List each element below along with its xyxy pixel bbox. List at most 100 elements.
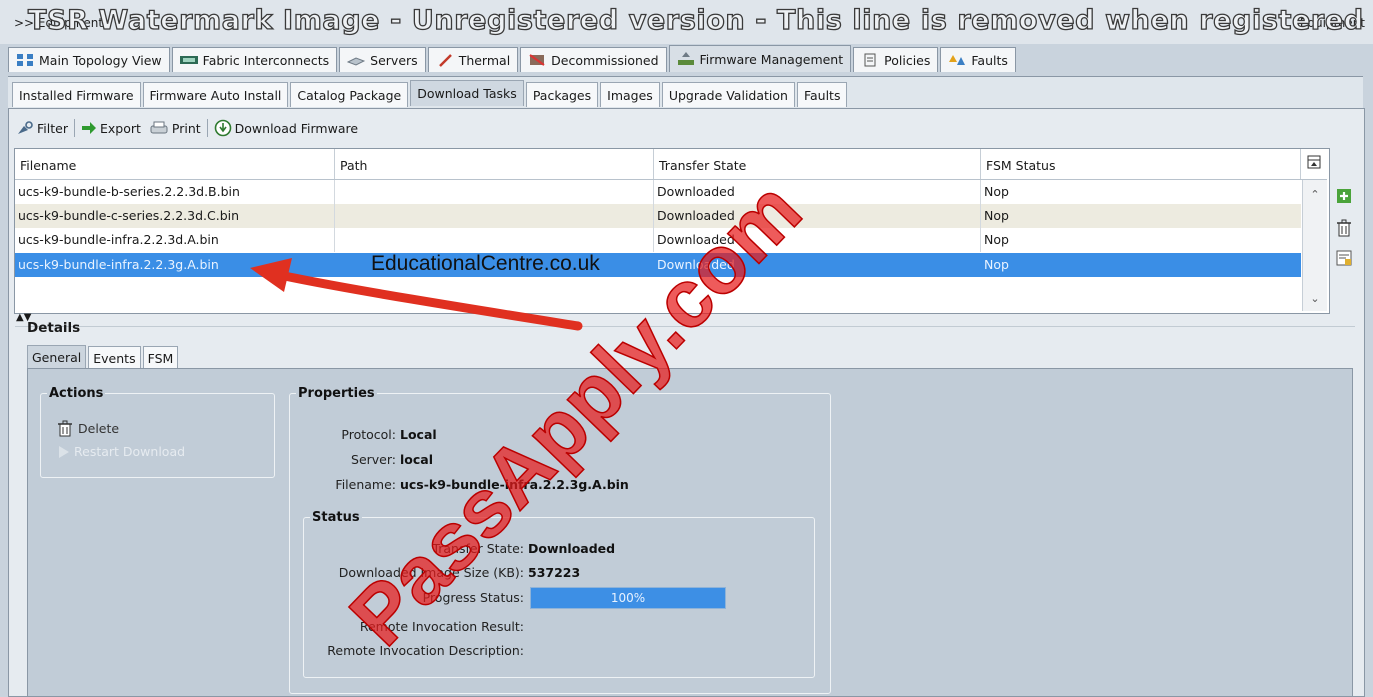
column-header-filename[interactable]: Filename	[15, 149, 335, 179]
table-row[interactable]: ucs-k9-bundle-c-series.2.2.3d.C.bin Down…	[15, 204, 1301, 228]
firmware-icon	[677, 52, 694, 65]
cell-filename: ucs-k9-bundle-c-series.2.2.3d.C.bin	[15, 204, 335, 228]
subtab-download-tasks[interactable]: Download Tasks	[410, 80, 524, 106]
column-header-path[interactable]: Path	[335, 149, 654, 179]
trash-icon	[58, 420, 72, 437]
cell-fsm-status: Nop	[984, 184, 1009, 199]
cell-transfer-state: Downloaded	[654, 204, 981, 228]
policy-icon	[864, 53, 876, 67]
progress-label: Progress Status:	[422, 590, 524, 605]
details-title: Details	[27, 320, 81, 336]
subtab-images[interactable]: Images	[600, 82, 660, 107]
table-header: Filename Path Transfer State FSM Status	[15, 149, 1327, 180]
annotation-arrow-icon	[250, 258, 583, 331]
transfer-state-field: Transfer State: Downloaded	[300, 541, 615, 556]
filename-label: Filename:	[335, 477, 396, 492]
add-icon[interactable]	[1334, 186, 1354, 206]
table-row[interactable]: ucs-k9-bundle-infra.2.2.3d.A.bin Downloa…	[15, 228, 1301, 252]
transfer-state-value: Downloaded	[528, 541, 616, 556]
cell-filename: ucs-k9-bundle-infra.2.2.3d.A.bin	[15, 228, 335, 252]
image-size-label: Downloaded Image Size (KB):	[338, 565, 524, 580]
subtab-upgrade-validation[interactable]: Upgrade Validation	[661, 82, 795, 107]
filename-value: ucs-k9-bundle-infra.2.2.3g.A.bin	[400, 477, 629, 492]
actions-title: Actions	[49, 386, 104, 401]
table-scrollbar[interactable]: ⌃ ⌄	[1302, 180, 1327, 311]
export-arrow-icon	[81, 122, 96, 134]
download-firmware-button[interactable]: Download Firmware	[212, 118, 360, 138]
remote-description-field: Remote Invocation Description:	[300, 643, 528, 658]
cell-transfer-state: Downloaded	[654, 228, 981, 252]
tab-decommissioned[interactable]: Decommissioned	[520, 47, 667, 72]
restart-download-action[interactable]: Restart Download	[58, 444, 185, 459]
tab-faults[interactable]: Faults	[940, 47, 1016, 72]
table-row-selected[interactable]: ucs-k9-bundle-infra.2.2.3g.A.bin Downloa…	[15, 253, 1301, 277]
subtab-packages[interactable]: Packages	[525, 82, 599, 107]
transfer-state-label: Transfer State:	[432, 541, 524, 556]
cell-path	[335, 180, 654, 204]
tab-label: Thermal	[458, 52, 511, 68]
server-value: local	[400, 452, 434, 467]
download-firmware-label: Download Firmware	[234, 120, 359, 136]
cell-fsm-status: Nop	[984, 257, 1009, 272]
protocol-label: Protocol:	[341, 427, 396, 442]
filter-button[interactable]: Filter	[14, 119, 70, 137]
subtab-catalog-package[interactable]: Catalog Package	[290, 82, 409, 107]
tsr-watermark: TSR Watermark Image - Unregistered versi…	[27, 4, 1364, 36]
column-chooser-button[interactable]	[1304, 150, 1324, 174]
remote-description-label: Remote Invocation Description:	[327, 643, 524, 658]
tab-fabric-interconnects[interactable]: Fabric Interconnects	[171, 47, 338, 72]
export-button[interactable]: Export	[79, 120, 143, 137]
download-firmware-icon	[214, 119, 231, 137]
cell-path	[335, 228, 654, 252]
column-chooser-icon	[1307, 155, 1321, 169]
sub-tabs: Installed Firmware Firmware Auto Install…	[12, 80, 849, 107]
properties-title: Properties	[298, 386, 375, 401]
print-label: Print	[171, 120, 201, 136]
tab-label: Faults	[971, 52, 1008, 68]
tab-fsm[interactable]: FSM	[142, 346, 179, 369]
column-header-fsm-status[interactable]: FSM Status	[981, 149, 1301, 179]
cell-fsm-status: Nop	[984, 232, 1009, 247]
toolbar: Filter Export Print Download Firmware	[14, 118, 360, 138]
protocol-field: Protocol: Local	[290, 427, 437, 442]
remote-result-label: Remote Invocation Result:	[359, 619, 524, 634]
tab-events[interactable]: Events	[88, 346, 141, 369]
details-tabs: General Events FSM	[27, 345, 180, 369]
tab-general[interactable]: General	[27, 345, 87, 369]
cell-fsm-status: Nop	[984, 208, 1009, 223]
progress-field: Progress Status:	[300, 590, 524, 605]
status-title: Status	[312, 510, 360, 525]
delete-action[interactable]: Delete	[56, 419, 119, 437]
tab-servers[interactable]: Servers	[339, 47, 426, 72]
server-label: Server:	[351, 452, 396, 467]
scroll-up-icon[interactable]: ⌃	[1305, 184, 1325, 204]
tab-policies[interactable]: Policies	[853, 47, 939, 72]
fault-icon	[949, 55, 966, 65]
image-size-field: Downloaded Image Size (KB): 537223	[300, 565, 580, 580]
trash-icon[interactable]	[1334, 218, 1354, 238]
details-divider	[15, 326, 1355, 327]
remote-result-field: Remote Invocation Result:	[300, 619, 528, 634]
subtab-installed-firmware[interactable]: Installed Firmware	[12, 82, 141, 107]
subtab-faults[interactable]: Faults	[796, 82, 848, 107]
tab-main-topology-view[interactable]: Main Topology View	[8, 47, 170, 72]
tab-label: Fabric Interconnects	[202, 52, 330, 68]
scroll-down-icon[interactable]: ⌄	[1305, 288, 1325, 308]
server-field: Server: local	[290, 452, 433, 467]
delete-label: Delete	[78, 420, 120, 436]
protocol-value: Local	[400, 427, 437, 442]
play-icon	[59, 445, 69, 458]
properties-icon[interactable]	[1334, 248, 1354, 268]
server-icon	[347, 57, 366, 66]
subtab-firmware-auto-install[interactable]: Firmware Auto Install	[142, 82, 289, 107]
filter-icon	[18, 121, 33, 134]
main-tab-bar: Main Topology View Fabric Interconnects …	[8, 44, 1018, 72]
tab-label: Main Topology View	[39, 52, 162, 68]
tab-firmware-management[interactable]: Firmware Management	[668, 45, 852, 72]
tab-thermal[interactable]: Thermal	[427, 47, 519, 72]
cell-path	[335, 204, 654, 228]
export-label: Export	[99, 120, 141, 136]
column-header-transfer-state[interactable]: Transfer State	[654, 149, 981, 179]
table-row[interactable]: ucs-k9-bundle-b-series.2.2.3d.B.bin Down…	[15, 180, 1301, 204]
print-button[interactable]: Print	[147, 119, 203, 137]
